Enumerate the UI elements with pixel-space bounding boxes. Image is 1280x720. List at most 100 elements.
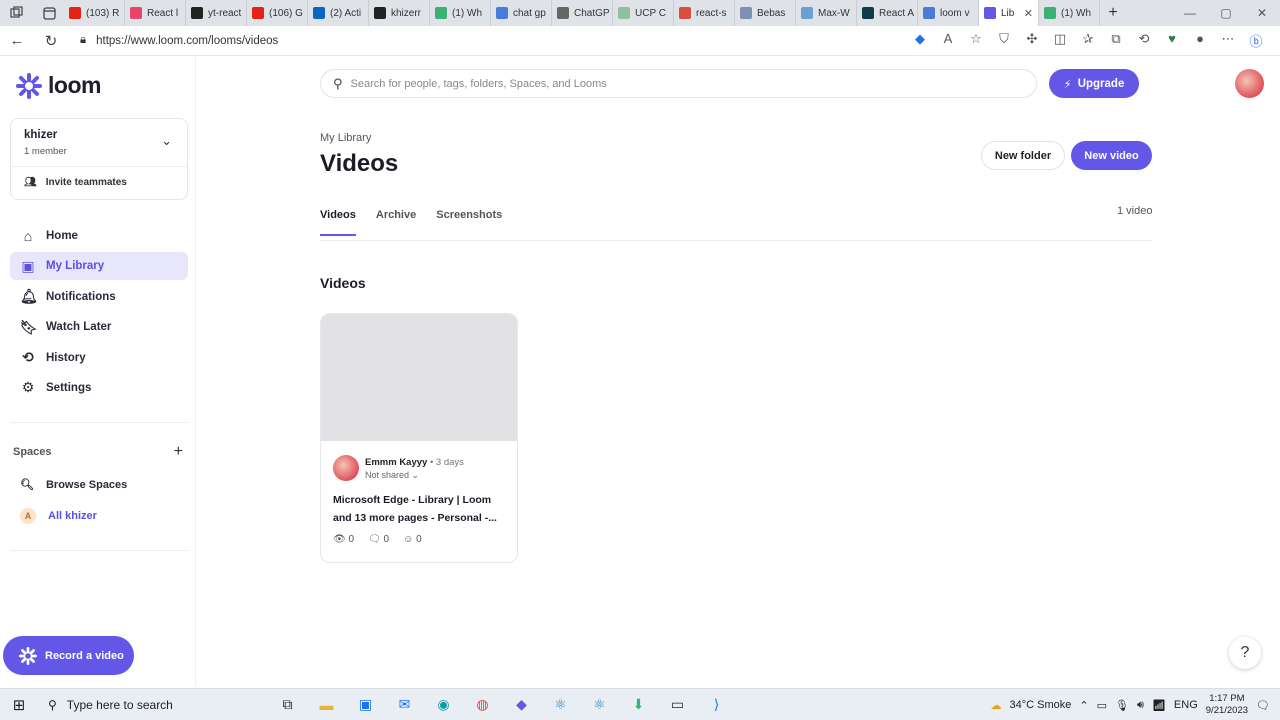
workspace-switcher[interactable]: khizer 1 member ⌄ 👥︎ Invite teammates <box>10 118 188 200</box>
read-aloud-icon[interactable]: A <box>934 31 962 50</box>
chrome-icon[interactable]: ◍ <box>463 696 502 713</box>
sidebar-item-settings[interactable]: ⚙ Settings <box>10 374 188 402</box>
file-explorer-icon[interactable]: ▬ <box>307 697 346 713</box>
split-screen-icon[interactable]: ◫ <box>1046 31 1074 50</box>
tab-screenshots[interactable]: Screenshots <box>436 209 502 236</box>
chevron-down-icon[interactable]: ⌄ <box>161 133 172 149</box>
sharing-status-dropdown[interactable]: Not shared ⌄ <box>365 470 419 481</box>
react-native-icon[interactable]: ⚛ <box>580 696 619 713</box>
upgrade-button[interactable]: ⚡︎ Upgrade <box>1049 69 1139 98</box>
react-icon[interactable]: ⚛ <box>541 696 580 713</box>
browser-tab[interactable]: React A <box>857 0 918 26</box>
sidebar-item-home[interactable]: ⌂ Home <box>10 222 188 250</box>
profile-icon[interactable]: ● <box>1186 31 1214 50</box>
tray-chevron-icon[interactable]: ⌃ <box>1079 699 1088 712</box>
close-window-button[interactable]: ✕ <box>1244 0 1280 26</box>
browser-tab[interactable]: (2) Acti <box>308 0 369 26</box>
browser-tab[interactable]: (106) G <box>247 0 308 26</box>
windows-start-icon[interactable]: ⊞ <box>0 696 38 714</box>
mail-icon[interactable]: ✉ <box>385 696 424 713</box>
terminal-icon[interactable]: ▭ <box>658 696 697 713</box>
browser-tab[interactable]: react-s <box>674 0 735 26</box>
maximize-button[interactable]: ▢ <box>1208 0 1244 26</box>
loom-logo[interactable]: loom <box>16 72 101 99</box>
browser-tab[interactable]: (103) R <box>64 0 125 26</box>
sidebar-item-watch-later[interactable]: 🔖︎ Watch Later <box>10 313 188 341</box>
browser-tab[interactable]: (1) Wh <box>430 0 491 26</box>
collections-icon[interactable]: ⧉ <box>1102 31 1130 50</box>
close-tab-icon[interactable]: ✕ <box>1024 7 1033 20</box>
record-video-button[interactable]: Record a video <box>3 636 134 675</box>
volume-icon[interactable]: 🔊︎ <box>1137 699 1144 712</box>
favorite-star-icon[interactable]: ☆ <box>962 31 990 50</box>
favorites-icon[interactable]: ✰ <box>1074 31 1102 50</box>
browser-tab[interactable]: React l <box>125 0 186 26</box>
browser-tab[interactable]: khizerr <box>369 0 430 26</box>
torrent-icon[interactable]: ⬇ <box>619 696 658 713</box>
history-browser-icon[interactable]: ⟲ <box>1130 31 1158 50</box>
browser-tab[interactable]: yt-react <box>186 0 247 26</box>
sidebar-item-history[interactable]: ⟲ History <box>10 344 188 372</box>
tab-archive[interactable]: Archive <box>376 209 416 236</box>
tabs-divider <box>320 240 1152 241</box>
views-stat: 👁︎ 0 <box>333 534 355 545</box>
workspaces-icon[interactable] <box>0 0 34 26</box>
refresh-button[interactable]: ↻ <box>34 32 68 50</box>
breadcrumb[interactable]: My Library <box>320 132 371 144</box>
browser-tab[interactable]: (1) Wh <box>1039 0 1100 26</box>
sidebar-item-my-library[interactable]: ▣ My Library <box>10 252 188 281</box>
extensions-icon[interactable]: ✣ <box>1018 31 1046 50</box>
notifications-icon[interactable]: 🗨︎ <box>1256 699 1270 712</box>
brand-wordmark: loom <box>48 72 101 98</box>
network-icon[interactable]: ▭ <box>1097 699 1107 712</box>
tab-actions-icon[interactable] <box>34 0 64 26</box>
search-input[interactable]: Search for people, tags, folders, Spaces… <box>351 78 607 90</box>
add-space-button[interactable]: + <box>174 444 183 460</box>
new-folder-button[interactable]: New folder <box>981 141 1065 170</box>
all-workspace-space-item[interactable]: A All khizer <box>20 508 97 524</box>
search-icon: 🔍︎ <box>20 479 34 491</box>
video-title[interactable]: Microsoft Edge - Library | Loom and 13 m… <box>333 491 509 527</box>
edge-icon[interactable]: ◉ <box>424 696 463 713</box>
extension-tag-icon[interactable]: ◆ <box>906 31 934 50</box>
bing-copilot-icon[interactable]: ⓑ <box>1242 31 1270 50</box>
taskbar-search[interactable]: ⚲ Type here to search <box>38 689 268 720</box>
task-view-icon[interactable]: ⧉ <box>268 696 307 713</box>
vpn-icon[interactable]: ♥ <box>1158 31 1186 50</box>
browser-tab[interactable]: ChatGP <box>552 0 613 26</box>
bell-icon: 🔔︎ <box>20 288 38 305</box>
video-thumbnail[interactable] <box>321 314 517 441</box>
user-avatar[interactable] <box>1235 69 1264 98</box>
invite-teammates-button[interactable]: 👥︎ Invite teammates <box>24 177 127 188</box>
browser-tab[interactable]: Lib ✕ <box>979 0 1039 26</box>
browse-spaces-item[interactable]: 🔍︎ Browse Spaces <box>20 478 127 492</box>
back-button[interactable]: ← <box>0 32 34 49</box>
search-bar[interactable]: ⚲ Search for people, tags, folders, Spac… <box>320 69 1037 98</box>
browser-tab[interactable]: chat gp <box>491 0 552 26</box>
minimize-button[interactable]: — <box>1172 0 1208 26</box>
clock[interactable]: 1:17 PM 9/21/2023 <box>1206 693 1248 717</box>
microphone-icon[interactable]: 🎙︎ <box>1115 699 1129 712</box>
browser-tab[interactable]: Bebas <box>735 0 796 26</box>
browser-tab[interactable]: Max-W <box>796 0 857 26</box>
shield-icon[interactable]: ⛉ <box>990 31 1018 50</box>
store-icon[interactable]: ▣ <box>346 696 385 713</box>
new-tab-button[interactable]: + <box>1100 4 1126 22</box>
weather-text[interactable]: 34°C Smoke <box>1010 699 1072 711</box>
help-button[interactable]: ? <box>1229 637 1261 669</box>
app-icon[interactable]: ◆ <box>502 696 541 713</box>
language-indicator[interactable]: ENG <box>1174 699 1198 711</box>
wifi-icon[interactable]: 📶︎ <box>1152 699 1166 712</box>
new-video-button[interactable]: New video <box>1071 141 1152 170</box>
tab-favicon-icon <box>618 7 630 19</box>
vscode-icon[interactable]: ⟩ <box>697 696 736 713</box>
video-card[interactable]: Emmm Kayyy • 3 days Not shared ⌄ Microso… <box>320 313 518 563</box>
more-menu-icon[interactable]: ⋯ <box>1214 31 1242 50</box>
library-icon: ▣ <box>21 257 35 274</box>
url-field[interactable]: 🔒︎ https://www.loom.com/looms/videos <box>80 29 900 53</box>
browser-tab[interactable]: UCP C <box>613 0 674 26</box>
browser-tab[interactable]: loom v <box>918 0 979 26</box>
tab-videos[interactable]: Videos <box>320 209 356 236</box>
sidebar-item-notifications[interactable]: 🔔︎ Notifications <box>10 283 188 311</box>
divider <box>10 422 188 423</box>
